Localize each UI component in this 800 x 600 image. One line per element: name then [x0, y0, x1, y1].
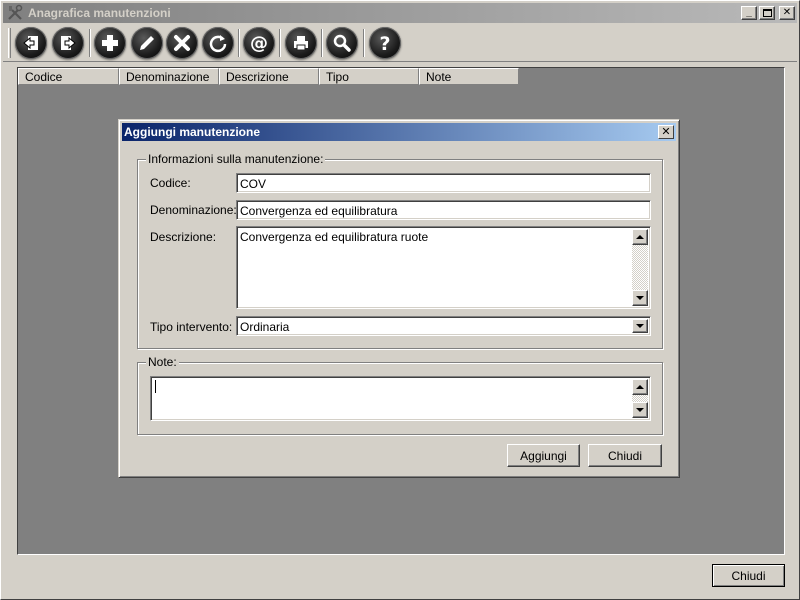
note-scrollbar[interactable] — [632, 379, 648, 418]
svg-text:?: ? — [379, 33, 390, 54]
column-header-denominazione[interactable]: Denominazione — [119, 68, 219, 85]
dialog-close-button[interactable]: ✕ — [658, 125, 674, 139]
first-record-button[interactable] — [15, 27, 47, 59]
minimize-icon: _ — [746, 7, 752, 18]
dialog-title: Aggiungi manutenzione — [124, 125, 260, 139]
toolbar-separator — [363, 29, 365, 57]
tools-icon — [6, 4, 24, 22]
info-group-label: Informazioni sulla manutenzione: — [146, 152, 326, 166]
arrow-down-icon — [636, 408, 644, 412]
close-icon: ✕ — [782, 7, 792, 18]
title-bar[interactable]: Anagrafica manutenzioni _ ✕ — [3, 3, 797, 23]
maximize-icon — [762, 9, 772, 17]
descrizione-field[interactable]: Convergenza ed equilibratura ruote — [236, 226, 651, 309]
svg-text:@: @ — [250, 33, 268, 54]
tipo-intervento-value: Ordinaria — [240, 320, 290, 334]
add-maintenance-dialog: Aggiungi manutenzione ✕ Informazioni sul… — [118, 119, 680, 478]
descrizione-label: Descrizione: — [150, 230, 217, 244]
scroll-down-button[interactable] — [632, 402, 648, 418]
descrizione-scrollbar[interactable] — [632, 229, 648, 306]
close-button[interactable]: Chiudi — [588, 444, 662, 467]
refresh-button[interactable] — [202, 27, 234, 59]
first-record-icon — [23, 36, 38, 50]
descrizione-text: Convergenza ed equilibratura ruote — [240, 230, 429, 244]
printer-icon — [294, 36, 308, 51]
arrow-up-icon — [636, 385, 644, 389]
text-caret — [155, 380, 156, 393]
toolbar-grip[interactable] — [8, 28, 11, 58]
close-icon: ✕ — [661, 125, 671, 138]
codice-label: Codice: — [150, 176, 191, 190]
plus-icon — [102, 35, 118, 51]
toolbar-separator — [89, 29, 91, 57]
magnifier-icon — [333, 34, 351, 52]
column-header-note[interactable]: Note — [419, 68, 519, 85]
codice-field[interactable]: COV — [236, 173, 651, 193]
scroll-up-button[interactable] — [632, 379, 648, 395]
column-header-descrizione[interactable]: Descrizione — [219, 68, 319, 85]
maximize-button[interactable] — [759, 6, 775, 20]
last-record-button[interactable] — [52, 27, 84, 59]
column-header-codice[interactable]: Codice — [18, 68, 119, 85]
email-button[interactable]: @ — [243, 27, 275, 59]
print-button[interactable] — [285, 27, 317, 59]
tipo-intervento-label: Tipo intervento: — [150, 320, 233, 334]
note-field[interactable] — [150, 376, 651, 421]
help-button[interactable]: ? — [369, 27, 401, 59]
toolbar-separator — [238, 29, 240, 57]
grid-header: Codice Denominazione Descrizione Tipo No… — [18, 68, 519, 85]
toolbar-separator — [321, 29, 323, 57]
pencil-icon — [140, 36, 154, 50]
delete-button[interactable] — [166, 27, 198, 59]
dialog-title-bar[interactable]: Aggiungi manutenzione ✕ — [122, 123, 676, 141]
dropdown-button[interactable] — [632, 319, 648, 333]
window-title: Anagrafica manutenzioni — [28, 6, 171, 20]
tipo-intervento-select[interactable]: Ordinaria — [236, 316, 651, 336]
last-record-icon — [61, 36, 76, 50]
minimize-button[interactable]: _ — [741, 6, 757, 20]
add-button[interactable] — [94, 27, 126, 59]
denominazione-label: Denominazione: — [150, 203, 237, 217]
scroll-up-button[interactable] — [632, 229, 648, 245]
note-group-label: Note: — [146, 355, 179, 369]
question-icon: ? — [379, 33, 390, 54]
main-close-button[interactable]: Chiudi — [712, 564, 785, 587]
edit-button[interactable] — [131, 27, 163, 59]
arrow-down-icon — [636, 296, 644, 300]
denominazione-field[interactable]: Convergenza ed equilibratura — [236, 200, 651, 220]
arrow-up-icon — [636, 235, 644, 239]
toolbar-separator — [279, 29, 281, 57]
close-window-button[interactable]: ✕ — [779, 6, 795, 20]
chevron-down-icon — [636, 324, 644, 328]
add-button[interactable]: Aggiungi — [507, 444, 580, 467]
search-button[interactable] — [326, 27, 358, 59]
at-icon: @ — [250, 33, 268, 54]
column-header-tipo[interactable]: Tipo — [319, 68, 419, 85]
x-icon — [174, 35, 190, 51]
scroll-down-button[interactable] — [632, 290, 648, 306]
refresh-icon — [209, 35, 227, 53]
toolbar: @ ? — [3, 24, 797, 62]
